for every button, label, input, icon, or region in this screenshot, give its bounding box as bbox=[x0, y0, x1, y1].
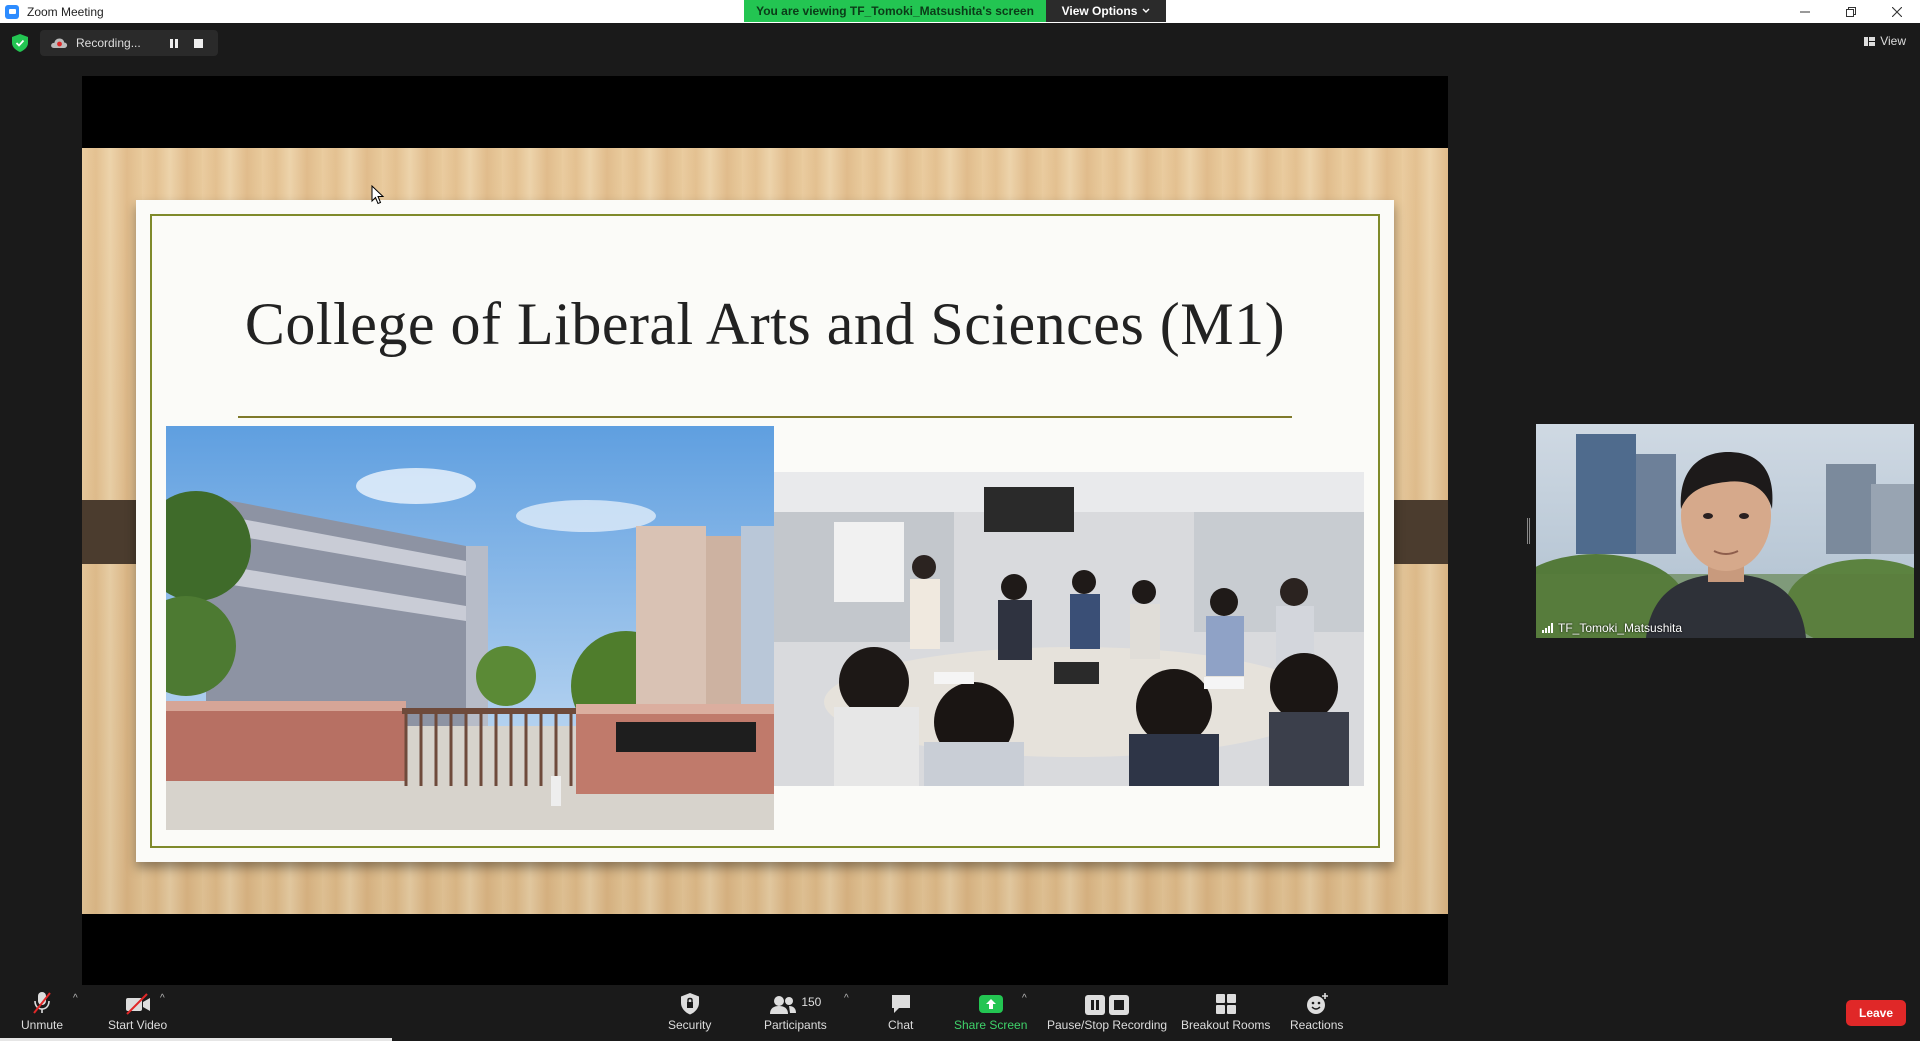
presentation-slide: College of Liberal Arts and Sciences (M1… bbox=[82, 148, 1448, 914]
unmute-label: Unmute bbox=[21, 1018, 64, 1032]
participant-video-tile[interactable]: TF_Tomoki_Matsushita bbox=[1536, 424, 1914, 638]
mouse-cursor-icon bbox=[371, 185, 385, 205]
participant-video-frame bbox=[1536, 424, 1914, 638]
connection-signal-icon bbox=[1542, 623, 1553, 633]
start-video-label: Start Video bbox=[108, 1018, 168, 1032]
security-button[interactable]: Security bbox=[668, 991, 711, 1032]
pause-recording-button[interactable] bbox=[162, 33, 186, 53]
chat-bubble-icon bbox=[891, 995, 910, 1013]
participants-options-caret[interactable]: ^ bbox=[844, 993, 849, 1004]
security-label: Security bbox=[668, 1018, 712, 1032]
classroom-photo-illustration bbox=[774, 472, 1364, 786]
minimize-icon bbox=[1800, 11, 1810, 12]
minimize-button[interactable] bbox=[1782, 0, 1828, 23]
restore-icon bbox=[1846, 6, 1856, 17]
recording-status-text: Recording... bbox=[76, 36, 141, 50]
view-label: View bbox=[1880, 34, 1906, 48]
close-button[interactable] bbox=[1874, 0, 1920, 23]
chevron-down-icon bbox=[1142, 8, 1150, 13]
stop-icon bbox=[1109, 995, 1130, 1015]
reactions-button[interactable]: Reactions bbox=[1290, 991, 1343, 1032]
video-off-icon bbox=[125, 993, 150, 1015]
share-screen-icon bbox=[978, 995, 1003, 1013]
recording-indicator: Recording... bbox=[40, 30, 218, 56]
breakout-rooms-label: Breakout Rooms bbox=[1181, 1018, 1271, 1032]
window-title: Zoom Meeting bbox=[27, 4, 104, 19]
leave-meeting-button[interactable]: Leave bbox=[1846, 1000, 1906, 1026]
stop-icon bbox=[193, 38, 203, 48]
muted-microphone-icon bbox=[33, 992, 51, 1014]
zoom-app-icon bbox=[5, 4, 19, 19]
meeting-toolbar: Unmute ^ Start Video ^ Security 150 Part… bbox=[0, 985, 1920, 1041]
participants-count: 150 bbox=[801, 995, 822, 1009]
reactions-emoji-icon bbox=[1306, 993, 1328, 1014]
share-options-caret[interactable]: ^ bbox=[1022, 993, 1027, 1004]
encryption-shield-icon[interactable] bbox=[12, 34, 28, 52]
viewing-screen-banner: You are viewing TF_Tomoki_Matsushita's s… bbox=[744, 0, 1046, 22]
shared-screen: College of Liberal Arts and Sciences (M1… bbox=[82, 76, 1448, 986]
share-screen-label: Share Screen bbox=[954, 1018, 1028, 1032]
security-shield-icon bbox=[680, 993, 699, 1015]
panel-resize-handle[interactable] bbox=[1527, 518, 1530, 544]
slide-title-rule bbox=[238, 416, 1292, 418]
slide-title: College of Liberal Arts and Sciences (M1… bbox=[244, 291, 1286, 357]
pause-stop-recording-button[interactable]: Pause/Stop Recording bbox=[1047, 991, 1167, 1032]
share-screen-button[interactable]: Share Screen bbox=[954, 991, 1027, 1032]
start-video-button[interactable]: Start Video bbox=[108, 991, 167, 1032]
reactions-label: Reactions bbox=[1290, 1018, 1344, 1032]
chat-label: Chat bbox=[888, 1018, 914, 1032]
participants-label: Participants bbox=[764, 1018, 827, 1032]
close-icon bbox=[1892, 6, 1902, 17]
slide-paper: College of Liberal Arts and Sciences (M1… bbox=[136, 200, 1394, 862]
participants-button[interactable]: 150 Participants bbox=[764, 991, 827, 1032]
pause-icon bbox=[1085, 995, 1106, 1015]
view-options-button[interactable]: View Options bbox=[1046, 0, 1166, 22]
participant-name: TF_Tomoki_Matsushita bbox=[1558, 621, 1683, 635]
participants-icon bbox=[770, 996, 797, 1014]
campus-photo bbox=[166, 426, 774, 830]
audio-options-caret[interactable]: ^ bbox=[73, 993, 78, 1004]
breakout-rooms-icon bbox=[1215, 994, 1236, 1014]
classroom-photo bbox=[774, 472, 1364, 786]
view-options-label: View Options bbox=[1061, 4, 1138, 18]
video-options-caret[interactable]: ^ bbox=[160, 993, 165, 1004]
breakout-rooms-button[interactable]: Breakout Rooms bbox=[1181, 991, 1270, 1032]
chat-button[interactable]: Chat bbox=[888, 991, 913, 1032]
stop-recording-button[interactable] bbox=[186, 33, 210, 53]
cloud-recording-icon bbox=[51, 38, 68, 48]
unmute-button[interactable]: Unmute bbox=[21, 991, 63, 1032]
campus-photo-illustration bbox=[166, 426, 774, 830]
meeting-top-bar: Recording... View bbox=[0, 23, 1920, 63]
window-title-bar: Zoom Meeting You are viewing TF_Tomoki_M… bbox=[0, 0, 1920, 23]
view-layout-button[interactable]: View bbox=[1864, 34, 1906, 48]
pause-icon bbox=[170, 38, 178, 48]
restore-button[interactable] bbox=[1828, 0, 1874, 23]
grid-view-icon bbox=[1864, 36, 1876, 46]
participant-name-label: TF_Tomoki_Matsushita bbox=[1542, 621, 1682, 635]
pause-stop-recording-label: Pause/Stop Recording bbox=[1047, 1018, 1168, 1032]
